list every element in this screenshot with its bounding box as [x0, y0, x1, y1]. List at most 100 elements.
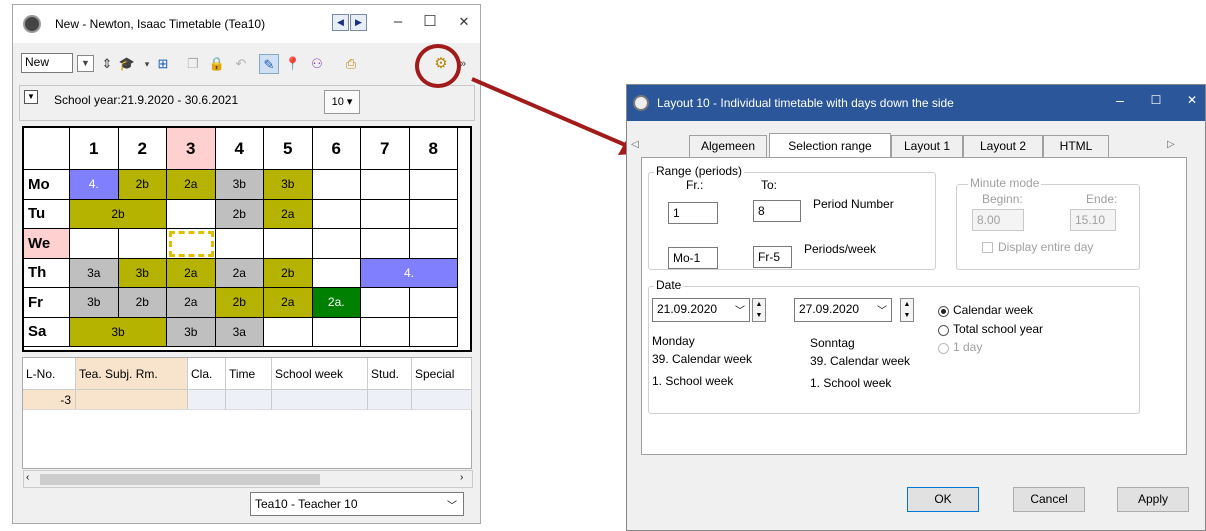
to-week-input[interactable]: Fr-5	[753, 246, 792, 268]
pin-icon[interactable]: 📍	[283, 54, 303, 74]
ok-button[interactable]: OK	[907, 487, 979, 512]
range-toggle-icon[interactable]: ▼	[24, 90, 38, 104]
view-dropdown-icon[interactable]: ▼	[77, 55, 94, 72]
to-date-spinner[interactable]: ▲ ▼	[900, 298, 914, 322]
lesson-cell[interactable]: 2b	[118, 170, 167, 200]
lesson-cell[interactable]: 2b	[215, 199, 264, 229]
lesson-cell[interactable]: 3b	[70, 317, 167, 347]
tab-html[interactable]: HTML	[1043, 135, 1109, 157]
empty-cell[interactable]	[312, 199, 361, 229]
from-date-spinner[interactable]: ▲ ▼	[752, 298, 766, 322]
copy-icon[interactable]: ❐	[183, 54, 203, 74]
lesson-list-cell[interactable]	[76, 390, 188, 410]
empty-cell[interactable]	[118, 229, 167, 259]
empty-cell[interactable]	[312, 317, 361, 347]
column-header[interactable]: Time	[226, 358, 272, 390]
calendar-week-radio[interactable]	[938, 306, 949, 317]
close-button[interactable]: ✕	[1175, 89, 1206, 111]
selected-cell[interactable]	[167, 229, 216, 259]
lesson-cell[interactable]: 4.	[70, 170, 119, 200]
empty-cell[interactable]	[409, 229, 458, 259]
lesson-cell[interactable]: 2b	[70, 199, 167, 229]
from-period-input[interactable]: 1	[668, 202, 718, 224]
maximize-button[interactable]: ☐	[1139, 89, 1173, 111]
lesson-cell[interactable]: 3b	[264, 170, 313, 200]
lesson-list-cell[interactable]	[188, 390, 226, 410]
lesson-cell[interactable]: 2a	[167, 170, 216, 200]
lesson-cell[interactable]: 3b	[118, 258, 167, 288]
scrollbar-thumb[interactable]	[40, 474, 320, 485]
lesson-list-cell[interactable]: -3	[23, 390, 76, 410]
dialog-titlebar[interactable]: Layout 10 - Individual timetable with da…	[627, 85, 1205, 121]
tab-layout-2[interactable]: Layout 2	[963, 135, 1043, 157]
lesson-list-cell[interactable]	[272, 390, 368, 410]
empty-cell[interactable]	[361, 317, 410, 347]
lesson-cell[interactable]: 4.	[361, 258, 458, 288]
next-element-button[interactable]: ▶	[350, 14, 367, 31]
lesson-cell[interactable]: 2a	[264, 288, 313, 318]
column-header[interactable]: L-No.	[23, 358, 76, 390]
total-school-year-radio[interactable]	[938, 325, 949, 336]
tab-scroll-right-icon[interactable]: ▷	[1167, 139, 1175, 150]
begin-time-input[interactable]: 8.00	[972, 209, 1024, 231]
lesson-cell[interactable]: 2a	[167, 258, 216, 288]
empty-cell[interactable]	[264, 229, 313, 259]
apply-button[interactable]: Apply	[1117, 487, 1189, 512]
empty-cell[interactable]	[312, 170, 361, 200]
empty-cell[interactable]	[409, 199, 458, 229]
tab-layout-1[interactable]: Layout 1	[891, 135, 963, 157]
undo-icon[interactable]: ↶	[231, 54, 251, 74]
view-select[interactable]: New	[21, 53, 73, 73]
lesson-cell[interactable]: 3a	[215, 317, 264, 347]
to-period-input[interactable]: 8	[753, 200, 801, 222]
lesson-cell[interactable]: 2b	[215, 288, 264, 318]
lesson-cell[interactable]: 3b	[167, 317, 216, 347]
lesson-cell[interactable]: 2a.	[312, 288, 361, 318]
empty-cell[interactable]	[361, 170, 410, 200]
empty-cell[interactable]	[409, 170, 458, 200]
scroll-right-icon[interactable]: ›	[460, 472, 463, 483]
graduation-cap-icon[interactable]: 🎓	[117, 54, 137, 74]
one-day-radio[interactable]	[938, 343, 949, 354]
empty-cell[interactable]	[361, 288, 410, 318]
tab-algemeen[interactable]: Algemeen	[689, 135, 767, 157]
tab-scroll-left-icon[interactable]: ◁	[631, 139, 639, 150]
table-icon[interactable]: ⊞	[153, 54, 173, 74]
from-week-input[interactable]: Mo-1	[668, 247, 718, 269]
lesson-list-cell[interactable]	[226, 390, 272, 410]
lesson-cell[interactable]: 3b	[70, 288, 119, 318]
calendar-button[interactable]: 10 ▾	[324, 90, 360, 114]
close-button[interactable]: ✕	[444, 11, 484, 35]
column-header[interactable]: Stud.	[368, 358, 412, 390]
column-header[interactable]: Special	[412, 358, 472, 390]
spin-icon[interactable]: ⇕	[97, 54, 117, 74]
teacher-select[interactable]: Tea10 - Teacher 10 ﹀	[250, 492, 464, 516]
edit-brush-icon[interactable]: ✎	[259, 54, 279, 74]
empty-cell[interactable]	[409, 288, 458, 318]
horizontal-scrollbar[interactable]: ‹ ›	[23, 470, 473, 488]
lesson-cell[interactable]: 2a	[167, 288, 216, 318]
empty-cell[interactable]	[361, 199, 410, 229]
empty-cell[interactable]	[409, 317, 458, 347]
people-icon[interactable]: ⚇	[307, 54, 327, 74]
lesson-list-cell[interactable]	[368, 390, 412, 410]
previous-element-button[interactable]: ◀	[332, 14, 349, 31]
empty-cell[interactable]	[70, 229, 119, 259]
minimize-button[interactable]: –	[1103, 89, 1137, 111]
lesson-cell[interactable]: 2b	[264, 258, 313, 288]
column-header[interactable]: Tea. Subj. Rm.	[76, 358, 188, 390]
column-header[interactable]: Cla.	[188, 358, 226, 390]
to-date-picker[interactable]: 27.09.2020 ﹀	[794, 298, 892, 322]
lesson-cell[interactable]: 2a	[264, 199, 313, 229]
lesson-cell[interactable]: 3b	[215, 170, 264, 200]
from-date-picker[interactable]: 21.09.2020 ﹀	[652, 298, 750, 322]
empty-cell[interactable]	[312, 258, 361, 288]
lesson-list-cell[interactable]	[412, 390, 472, 410]
empty-cell[interactable]	[312, 229, 361, 259]
empty-cell[interactable]	[215, 229, 264, 259]
scroll-left-icon[interactable]: ‹	[26, 472, 29, 483]
empty-cell[interactable]	[167, 199, 216, 229]
print-settings-icon[interactable]: ⎙	[341, 54, 361, 74]
empty-cell[interactable]	[264, 317, 313, 347]
cancel-button[interactable]: Cancel	[1013, 487, 1085, 512]
